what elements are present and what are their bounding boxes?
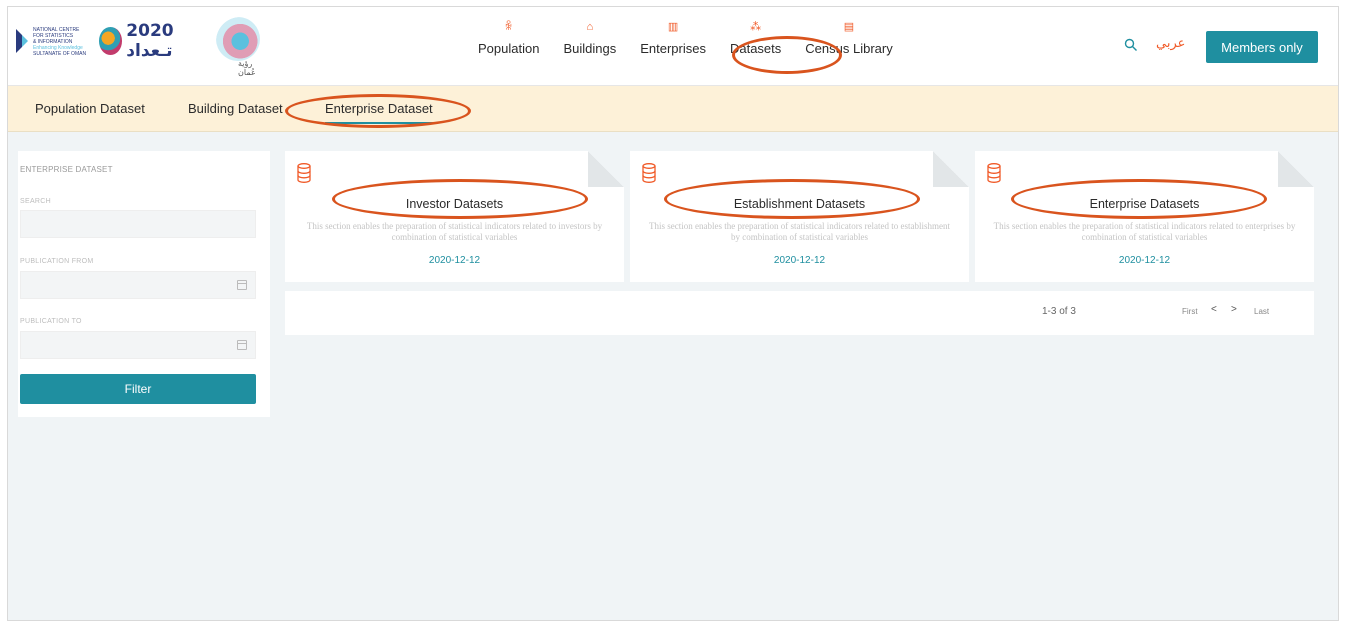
dataset-card-investor[interactable]: Investor Datasets This section enables t… (285, 151, 624, 282)
last-page-link[interactable]: Last (1254, 307, 1269, 316)
tab-population-dataset[interactable]: Population Dataset (35, 86, 145, 132)
header: NATIONAL CENTRE FOR STATISTICS & INFORMA… (8, 7, 1338, 86)
database-icon (987, 163, 1001, 183)
vision-logo-text: رؤية عُمان (238, 59, 256, 77)
next-page-chevron-icon[interactable]: > (1231, 304, 1237, 315)
census-logo-text: 2020 تـعداد (126, 21, 174, 61)
page-frame: NATIONAL CENTRE FOR STATISTICS & INFORMA… (7, 6, 1339, 621)
nav-item-enterprises[interactable]: ▥ Enterprises (640, 19, 706, 69)
census-globe-icon (99, 27, 123, 55)
nav-label: Census Library (805, 41, 893, 56)
filter-button[interactable]: Filter (20, 374, 256, 404)
ncsi-line: SULTANATE OF OMAN (33, 51, 87, 57)
vision-swirl-icon (216, 17, 260, 61)
dataset-card-establishment[interactable]: Establishment Datasets This section enab… (630, 151, 969, 282)
ncsi-logo[interactable]: NATIONAL CENTRE FOR STATISTICS & INFORMA… (16, 25, 96, 65)
card-description: This section enables the preparation of … (993, 221, 1296, 242)
card-date: 2020-12-12 (1118, 255, 1171, 266)
card-fold-corner (1278, 151, 1314, 187)
arabic-language-link[interactable]: عربي (1156, 36, 1185, 51)
card-title[interactable]: Enterprise Datasets (975, 197, 1314, 211)
publication-to-label: PUBLICATION TO (20, 318, 82, 325)
publication-from-field[interactable] (20, 271, 256, 299)
prev-page-chevron-icon[interactable]: < (1211, 304, 1217, 315)
card-date: 2020-12-12 (428, 255, 481, 266)
dataset-card-enterprise[interactable]: Enterprise Datasets This section enables… (975, 151, 1314, 282)
dataset-subnav: Population Dataset Building Dataset Ente… (8, 86, 1338, 132)
filter-sidebar: ENTERPRISE DATASET SEARCH PUBLICATION FR… (18, 151, 270, 417)
nav-label: Population (478, 41, 540, 56)
pagination-range: 1-3 of 3 (1042, 306, 1076, 317)
members-only-button[interactable]: Members only (1206, 31, 1318, 63)
publication-from-label: PUBLICATION FROM (20, 258, 94, 265)
ncsi-logo-text: NATIONAL CENTRE FOR STATISTICS & INFORMA… (33, 27, 93, 57)
card-description: This section enables the preparation of … (306, 221, 603, 242)
nav-label: Datasets (729, 41, 782, 56)
library-icon: ▤ (843, 21, 855, 33)
nav-label: Buildings (563, 41, 617, 56)
tab-building-dataset[interactable]: Building Dataset (188, 86, 283, 132)
card-description: This section enables the preparation of … (649, 221, 950, 242)
pagination-bar: 1-3 of 3 First < > Last (285, 291, 1314, 335)
database-icon (642, 163, 656, 183)
oman-vision-logo[interactable]: رؤية عُمان (212, 15, 272, 77)
tab-enterprise-dataset[interactable]: Enterprise Dataset (325, 86, 433, 132)
database-icon (297, 163, 311, 183)
census-2020-logo[interactable]: 2020 تـعداد (99, 21, 209, 61)
nav-item-population[interactable]: ꆜ Population (478, 19, 539, 69)
ncsi-flag-icon (16, 29, 28, 53)
nav-label: Enterprises (640, 41, 706, 56)
population-icon: ꆜ (504, 21, 514, 33)
card-fold-corner (933, 151, 969, 187)
search-label: SEARCH (20, 198, 51, 205)
calendar-icon[interactable] (237, 340, 247, 350)
nav-item-census-library[interactable]: ▤ Census Library (805, 19, 892, 69)
card-title[interactable]: Investor Datasets (285, 197, 624, 211)
buildings-icon: ⌂ (586, 21, 594, 33)
datasets-icon: ⁂ (750, 21, 762, 33)
nav-item-buildings[interactable]: ⌂ Buildings (563, 19, 616, 69)
first-page-link[interactable]: First (1182, 307, 1198, 316)
publication-to-field[interactable] (20, 331, 256, 359)
card-fold-corner (588, 151, 624, 187)
calendar-icon[interactable] (237, 280, 247, 290)
card-date: 2020-12-12 (773, 255, 826, 266)
enterprises-icon: ▥ (667, 21, 679, 33)
search-icon[interactable] (1124, 38, 1138, 52)
nav-item-datasets[interactable]: ⁂ Datasets (730, 19, 781, 69)
sidebar-title: ENTERPRISE DATASET (20, 165, 113, 174)
search-input[interactable] (20, 210, 256, 238)
card-title[interactable]: Establishment Datasets (630, 197, 969, 211)
top-nav: ꆜ Population ⌂ Buildings ▥ Enterprises ⁂… (478, 19, 917, 69)
